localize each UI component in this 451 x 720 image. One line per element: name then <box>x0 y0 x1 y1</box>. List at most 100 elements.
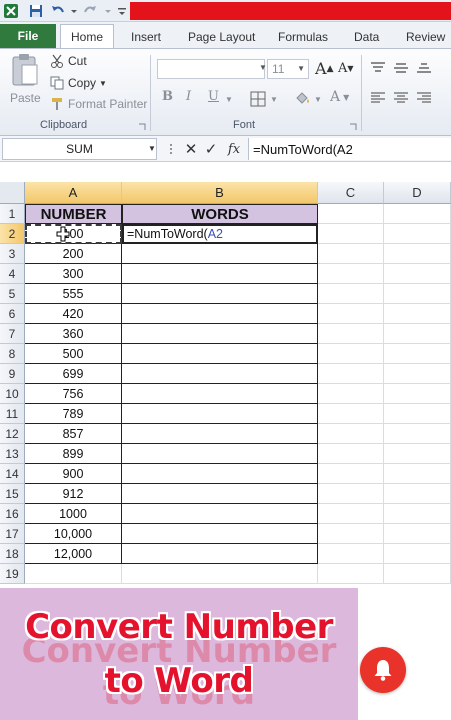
insert-function-button[interactable]: fx <box>224 139 244 159</box>
cell-c4[interactable] <box>318 264 384 284</box>
tab-review[interactable]: Review <box>406 26 445 48</box>
cell-b1[interactable]: WORDS <box>122 204 318 224</box>
cell-c8[interactable] <box>318 344 384 364</box>
align-right-icon[interactable] <box>416 91 432 105</box>
cell-d4[interactable] <box>384 264 451 284</box>
cell-d18[interactable] <box>384 544 451 564</box>
column-header-d[interactable]: D <box>384 182 451 204</box>
dialog-launcher-icon[interactable] <box>138 123 146 131</box>
chevron-down-icon[interactable]: ▼ <box>270 95 278 104</box>
cell-b2[interactable]: =NumToWord(A2 <box>122 224 318 244</box>
undo-icon[interactable] <box>50 3 66 19</box>
row-header-4[interactable]: 4 <box>0 264 25 284</box>
paste-button[interactable]: Paste <box>6 53 44 111</box>
cell-a8[interactable]: 500 <box>25 344 122 364</box>
row-header-16[interactable]: 16 <box>0 504 25 524</box>
cell-a1[interactable]: NUMBER <box>25 204 122 224</box>
save-icon[interactable] <box>28 3 44 19</box>
cell-a3[interactable]: 200 <box>25 244 122 264</box>
cell-a6[interactable]: 420 <box>25 304 122 324</box>
align-top-icon[interactable] <box>370 61 386 75</box>
cell-d16[interactable] <box>384 504 451 524</box>
chevron-down-icon[interactable]: ▼ <box>314 95 322 104</box>
cell-b5[interactable] <box>122 284 318 304</box>
cell-a13[interactable]: 899 <box>25 444 122 464</box>
cell-c5[interactable] <box>318 284 384 304</box>
cell-d2[interactable] <box>384 224 451 244</box>
name-box[interactable]: SUM <box>2 138 157 160</box>
align-bottom-icon[interactable] <box>416 61 432 75</box>
row-header-11[interactable]: 11 <box>0 404 25 424</box>
chevron-down-icon[interactable]: ▼ <box>259 63 267 72</box>
tab-insert[interactable]: Insert <box>131 26 161 48</box>
cell-b15[interactable] <box>122 484 318 504</box>
cell-d1[interactable] <box>384 204 451 224</box>
enter-button[interactable]: ✓ <box>203 139 219 159</box>
cell-d6[interactable] <box>384 304 451 324</box>
row-header-14[interactable]: 14 <box>0 464 25 484</box>
align-middle-icon[interactable] <box>393 61 409 75</box>
tab-page-layout[interactable]: Page Layout <box>188 26 255 48</box>
cell-a15[interactable]: 912 <box>25 484 122 504</box>
row-header-13[interactable]: 13 <box>0 444 25 464</box>
cell-a9[interactable]: 699 <box>25 364 122 384</box>
notification-bell-button[interactable] <box>360 647 406 693</box>
row-header-6[interactable]: 6 <box>0 304 25 324</box>
cell-c19[interactable] <box>318 564 384 584</box>
cell-c17[interactable] <box>318 524 384 544</box>
cell-c10[interactable] <box>318 384 384 404</box>
redo-icon[interactable] <box>82 3 98 19</box>
cell-a4[interactable]: 300 <box>25 264 122 284</box>
cell-d9[interactable] <box>384 364 451 384</box>
cell-b12[interactable] <box>122 424 318 444</box>
font-size-box[interactable]: 11 ▼ <box>267 59 309 79</box>
cell-d8[interactable] <box>384 344 451 364</box>
cell-c6[interactable] <box>318 304 384 324</box>
row-header-5[interactable]: 5 <box>0 284 25 304</box>
align-center-icon[interactable] <box>393 91 409 105</box>
cell-c2[interactable] <box>318 224 384 244</box>
cell-d15[interactable] <box>384 484 451 504</box>
cell-c13[interactable] <box>318 444 384 464</box>
tab-formulas[interactable]: Formulas <box>278 26 328 48</box>
formula-input[interactable]: =NumToWord(A2 <box>248 138 451 160</box>
format-painter-button[interactable]: Format Painter <box>50 97 147 111</box>
cell-d10[interactable] <box>384 384 451 404</box>
copy-button[interactable]: Copy ▼ <box>50 76 107 90</box>
cell-a18[interactable]: 12,000 <box>25 544 122 564</box>
row-header-8[interactable]: 8 <box>0 344 25 364</box>
tab-file[interactable]: File <box>0 24 56 48</box>
cancel-button[interactable]: ✕ <box>183 139 199 159</box>
cell-a12[interactable]: 857 <box>25 424 122 444</box>
cell-d17[interactable] <box>384 524 451 544</box>
cell-d7[interactable] <box>384 324 451 344</box>
cell-c11[interactable] <box>318 404 384 424</box>
cell-b17[interactable] <box>122 524 318 544</box>
cell-b11[interactable] <box>122 404 318 424</box>
cell-c3[interactable] <box>318 244 384 264</box>
row-header-9[interactable]: 9 <box>0 364 25 384</box>
cell-b3[interactable] <box>122 244 318 264</box>
chevron-down-icon[interactable]: ▼ <box>225 95 233 104</box>
row-header-7[interactable]: 7 <box>0 324 25 344</box>
row-header-17[interactable]: 17 <box>0 524 25 544</box>
borders-icon[interactable] <box>250 91 266 107</box>
column-header-c[interactable]: C <box>318 182 384 204</box>
resize-handle-icon[interactable] <box>168 141 174 157</box>
chevron-down-icon[interactable]: ▼ <box>148 144 156 153</box>
cut-button[interactable]: Cut <box>50 54 87 68</box>
tab-home[interactable]: Home <box>60 24 115 48</box>
cell-a2[interactable]: 100 <box>25 224 122 244</box>
row-header-3[interactable]: 3 <box>0 244 25 264</box>
cell-b19[interactable] <box>122 564 318 584</box>
fill-color-icon[interactable] <box>294 90 312 106</box>
cell-d5[interactable] <box>384 284 451 304</box>
row-header-12[interactable]: 12 <box>0 424 25 444</box>
cell-b7[interactable] <box>122 324 318 344</box>
select-all-corner[interactable] <box>0 182 25 204</box>
cell-a17[interactable]: 10,000 <box>25 524 122 544</box>
align-left-icon[interactable] <box>370 91 386 105</box>
cell-c15[interactable] <box>318 484 384 504</box>
cell-a5[interactable]: 555 <box>25 284 122 304</box>
customize-qat-icon[interactable] <box>114 3 130 19</box>
